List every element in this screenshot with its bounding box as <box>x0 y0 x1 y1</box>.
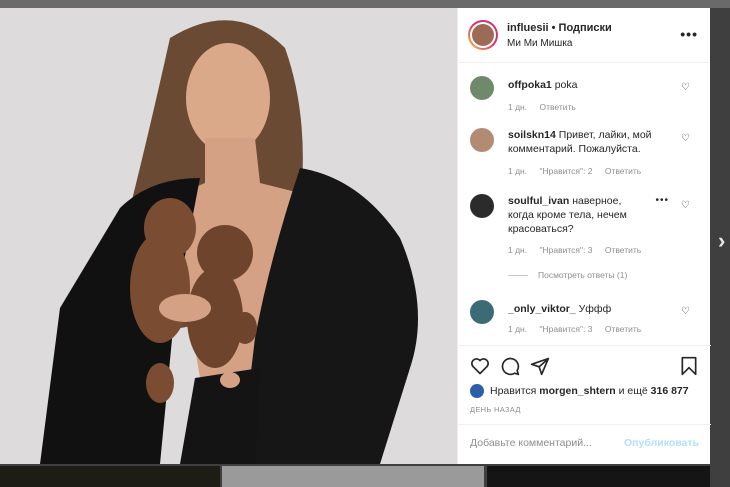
reply-button[interactable]: Ответить <box>539 102 575 112</box>
comment-text: soilskn14 Привет, лайки, мой комментарий… <box>508 128 678 156</box>
post-location[interactable]: Ми Ми Мишка <box>507 38 572 49</box>
comment-meta: 1 дн. Ответить <box>508 102 586 112</box>
comment-time[interactable]: 1 дн. <box>508 324 527 334</box>
publish-button[interactable]: Опубликовать <box>624 437 699 449</box>
commenter-avatar[interactable] <box>470 300 494 324</box>
comment-time[interactable]: 1 дн. <box>508 102 527 112</box>
comment-username[interactable]: soilskn14 <box>508 129 556 141</box>
comment-username[interactable]: offpoka1 <box>508 79 552 91</box>
comment-username[interactable]: _only_viktor_ <box>508 303 576 315</box>
comment-time[interactable]: 1 дн. <box>508 166 527 176</box>
post-photo-illustration <box>0 8 457 464</box>
thumbnail[interactable] <box>222 466 484 487</box>
thumbnail[interactable] <box>487 466 710 487</box>
comment-text: _only_viktor_ Уффф <box>508 302 678 316</box>
comment-likes[interactable]: "Нравится": 3 <box>539 245 592 255</box>
commenter-avatar[interactable] <box>470 128 494 152</box>
commenter-avatar[interactable] <box>470 194 494 218</box>
comment-username[interactable]: soulful_ivan <box>508 195 569 207</box>
post-image[interactable] <box>0 8 457 464</box>
view-replies-button[interactable]: Посмотреть ответы (1) <box>508 270 627 280</box>
like-heart-icon[interactable] <box>470 356 490 376</box>
comment-likes[interactable]: "Нравится": 2 <box>539 166 592 176</box>
chevron-right-icon[interactable]: › <box>718 228 725 254</box>
heart-icon[interactable]: ♡ <box>681 201 691 211</box>
likes-count[interactable]: 316 877 <box>651 385 689 397</box>
top-strip <box>0 0 730 8</box>
post-details-panel: influesii • Подписки Ми Ми Мишка ••• off… <box>457 8 711 464</box>
reply-button[interactable]: Ответить <box>605 245 641 255</box>
likes-summary: Нравится morgen_shtern и ещё 316 877 <box>470 384 689 398</box>
comment-text: soulful_ivan наверное, когда кроме тела,… <box>508 194 650 236</box>
bookmark-icon[interactable] <box>680 356 698 376</box>
likes-prefix: Нравится <box>490 384 537 397</box>
add-comment-bar: Добавьте комментарий... Опубликовать <box>458 424 711 458</box>
view-replies-label: Посмотреть ответы (1) <box>538 270 628 280</box>
author-avatar[interactable] <box>468 20 498 50</box>
author-username[interactable]: influesii <box>507 22 549 34</box>
comment-meta: 1 дн. "Нравится": 3 Ответить <box>508 324 651 334</box>
comment-body: poka <box>554 79 578 91</box>
action-icons <box>470 356 700 378</box>
ellipsis-icon[interactable]: ••• <box>680 26 698 42</box>
comment-options-icon[interactable]: ••• <box>655 195 669 206</box>
heart-icon[interactable]: ♡ <box>681 134 691 144</box>
liker-username[interactable]: morgen_shtern <box>539 385 615 397</box>
commenter-avatar[interactable] <box>470 76 494 100</box>
heart-icon[interactable]: ♡ <box>681 83 691 93</box>
reply-button[interactable]: Ответить <box>605 166 641 176</box>
comment-meta: 1 дн. "Нравится": 3 Ответить <box>508 245 651 255</box>
comment-text: offpoka1 poka <box>508 78 678 92</box>
author-line: influesii • Подписки <box>507 22 612 34</box>
liker-avatar[interactable] <box>470 384 484 398</box>
comment-likes[interactable]: "Нравится": 3 <box>539 324 592 334</box>
post-timestamp[interactable]: ДЕНЬ НАЗАД <box>470 405 521 414</box>
thumbnail[interactable] <box>0 466 220 487</box>
comment-input[interactable]: Добавьте комментарий... <box>470 437 592 449</box>
replies-line <box>508 275 528 277</box>
likes-middle: и ещё <box>618 384 648 397</box>
heart-icon[interactable]: ♡ <box>681 307 691 317</box>
following-button[interactable]: Подписки <box>559 22 612 34</box>
comment-body: Уффф <box>578 303 612 315</box>
reply-button[interactable]: Ответить <box>605 324 641 334</box>
separator-dot: • <box>551 22 556 34</box>
comments-list[interactable]: offpoka1 poka 1 дн. Ответить ♡ soilskn14… <box>458 68 711 345</box>
post-actions: Нравится morgen_shtern и ещё 316 877 ДЕН… <box>458 345 711 455</box>
share-send-icon[interactable] <box>530 356 550 376</box>
post-header: influesii • Подписки Ми Ми Мишка ••• <box>458 8 710 63</box>
comment-meta: 1 дн. "Нравится": 2 Ответить <box>508 166 651 176</box>
comment-bubble-icon[interactable] <box>500 356 520 376</box>
comment-time[interactable]: 1 дн. <box>508 245 527 255</box>
